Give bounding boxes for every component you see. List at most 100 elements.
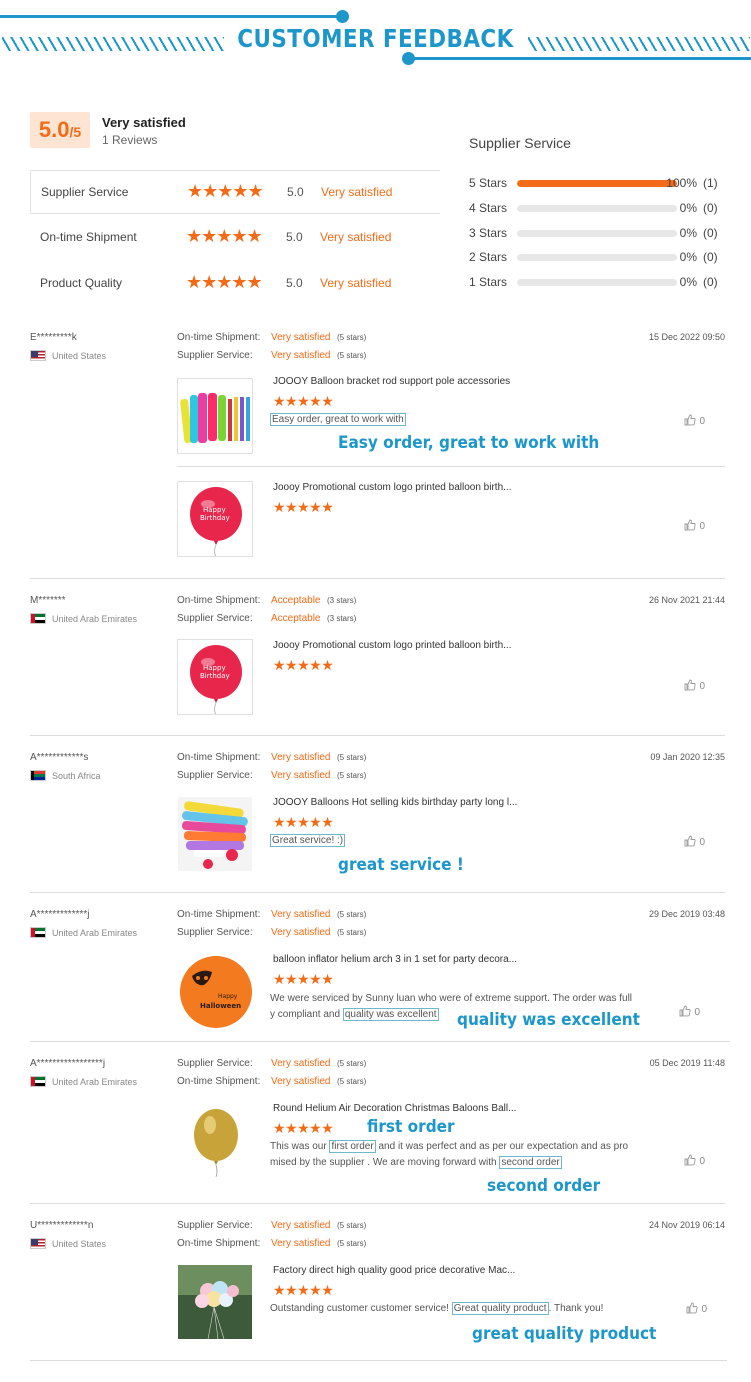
annotation-text: great quality product bbox=[472, 1324, 657, 1344]
thumbs-up-icon bbox=[684, 1154, 697, 1166]
thumbs-up-icon bbox=[684, 679, 697, 691]
product-stars: ★★★★★ bbox=[273, 814, 334, 830]
product-thumbnail[interactable] bbox=[177, 1264, 253, 1340]
distribution-percent: 0% bbox=[679, 250, 697, 264]
rating-row-product-quality[interactable]: Product Quality ★★★★★ 5.0 Very satisfied bbox=[30, 262, 440, 306]
product-title[interactable]: JOOOY Balloons Hot selling kids birthday… bbox=[273, 797, 517, 808]
rating-value: 5.0 bbox=[286, 276, 303, 290]
annotation-text: great service ! bbox=[338, 855, 464, 875]
review-card: A************s South Africa 09 Jan 2020 … bbox=[30, 752, 725, 893]
product-stars: ★★★★★ bbox=[273, 971, 334, 987]
product-title[interactable]: Factory direct high quality good price d… bbox=[273, 1265, 515, 1276]
review-card: A*****************j United Arab Emirates… bbox=[30, 1058, 725, 1204]
product-title[interactable]: Joooy Promotional custom logo printed ba… bbox=[273, 640, 511, 651]
distribution-row: 5 Stars 100% (1) bbox=[469, 176, 729, 192]
helpful-button[interactable]: 0 bbox=[684, 414, 705, 427]
overall-score-suffix: /5 bbox=[69, 124, 82, 140]
product-title[interactable]: balloon inflator helium arch 3 in 1 set … bbox=[273, 954, 517, 965]
rating-row-supplier-service[interactable]: Supplier Service ★★★★★ 5.0 Very satisfie… bbox=[30, 170, 440, 214]
review-comment: Great service! :) bbox=[270, 834, 346, 847]
distribution-count: (0) bbox=[703, 201, 718, 215]
review-meta-service: Supplier Service: Very satisfied (5 stars) bbox=[177, 1220, 367, 1231]
product-title[interactable]: Joooy Promotional custom logo printed ba… bbox=[273, 482, 511, 493]
thumbs-up-icon bbox=[684, 519, 697, 531]
review-meta-service: Supplier Service: Very satisfied (5 stars) bbox=[177, 1058, 367, 1069]
helpful-button[interactable]: 0 bbox=[679, 1005, 700, 1018]
svg-text:Happy: Happy bbox=[203, 664, 226, 672]
distribution-percent: 100% bbox=[666, 176, 697, 190]
product-thumbnail[interactable] bbox=[177, 796, 253, 872]
product-thumbnail[interactable]: Happy Birthday bbox=[177, 639, 253, 715]
product-stars: ★★★★★ bbox=[273, 1282, 334, 1298]
reviewer-country: United States bbox=[30, 1238, 106, 1249]
distribution-bar bbox=[517, 230, 677, 237]
product-thumbnail[interactable]: Happy Halloween bbox=[177, 953, 253, 1029]
distribution-row: 1 Stars 0% (0) bbox=[469, 275, 729, 291]
rating-row-on-time-shipment[interactable]: On-time Shipment ★★★★★ 5.0 Very satisfie… bbox=[30, 216, 440, 260]
product-stars: ★★★★★ bbox=[273, 393, 334, 409]
svg-text:Birthday: Birthday bbox=[200, 514, 230, 522]
review-count: 1 Reviews bbox=[102, 133, 158, 147]
distribution-label: 2 Stars bbox=[469, 250, 508, 264]
rating-label: Supplier Service bbox=[41, 185, 129, 199]
reviewer-name: U*************n bbox=[30, 1220, 94, 1231]
rating-label: On-time Shipment bbox=[40, 230, 137, 244]
review-product: JOOOY Balloon bracket rod support pole a… bbox=[177, 376, 725, 466]
review-date: 24 Nov 2019 06:14 bbox=[648, 1220, 725, 1230]
product-title[interactable]: Round Helium Air Decoration Christmas Ba… bbox=[273, 1103, 516, 1114]
product-title[interactable]: JOOOY Balloon bracket rod support pole a… bbox=[273, 376, 510, 387]
review-product: Factory direct high quality good price d… bbox=[177, 1264, 725, 1361]
product-thumbnail[interactable] bbox=[177, 1102, 253, 1178]
review-card: U*************n United States 24 Nov 201… bbox=[30, 1220, 727, 1361]
south-africa-flag-icon bbox=[30, 770, 46, 781]
header-dot-bottom bbox=[402, 52, 415, 65]
product-thumbnail[interactable] bbox=[177, 378, 253, 454]
helpful-button[interactable]: 0 bbox=[686, 1302, 707, 1315]
review-card: M******* United Arab Emirates 26 Nov 202… bbox=[30, 595, 725, 736]
review-date: 29 Dec 2019 03:48 bbox=[648, 909, 725, 919]
reviewer-name: A************s bbox=[30, 752, 89, 763]
review-meta-shipment: On-time Shipment: Acceptable (3 stars) bbox=[177, 595, 357, 606]
rating-value: 5.0 bbox=[286, 230, 303, 244]
distribution-bar bbox=[517, 254, 677, 261]
annotation-text: first order bbox=[367, 1117, 455, 1137]
helpful-button[interactable]: 0 bbox=[684, 835, 705, 848]
distribution-count: (1) bbox=[703, 176, 718, 190]
svg-text:Halloween: Halloween bbox=[200, 1002, 241, 1010]
helpful-button[interactable]: 0 bbox=[684, 679, 705, 692]
reviewer-country: United Arab Emirates bbox=[30, 1076, 137, 1087]
distribution-row: 3 Stars 0% (0) bbox=[469, 226, 729, 242]
reviewer-country: South Africa bbox=[30, 770, 101, 781]
reviewer-name: M******* bbox=[30, 595, 66, 606]
rating-stars: ★★★★★ bbox=[186, 272, 263, 292]
thumbs-up-icon bbox=[686, 1302, 699, 1314]
rating-value: 5.0 bbox=[287, 185, 304, 199]
review-product: Happy Birthday Joooy Promotional custom … bbox=[177, 639, 725, 729]
reviewer-name: E*********k bbox=[30, 332, 77, 343]
review-meta-shipment: On-time Shipment: Very satisfied (5 stars) bbox=[177, 909, 367, 920]
section-header: CUSTOMER FEEDBACK bbox=[0, 0, 751, 72]
distribution-bar bbox=[517, 180, 677, 187]
review-meta-shipment: On-time Shipment: Very satisfied (5 stars) bbox=[177, 332, 367, 343]
distribution-bar-fill bbox=[517, 180, 677, 187]
review-comment: This was our first order and it was perf… bbox=[270, 1140, 629, 1169]
reviewer-name: A*****************j bbox=[30, 1058, 106, 1069]
review-card: E*********k United States 15 Dec 2022 09… bbox=[30, 332, 725, 579]
product-stars: ★★★★★ bbox=[273, 499, 334, 515]
uae-flag-icon bbox=[30, 927, 46, 938]
review-product: Round Helium Air Decoration Christmas Ba… bbox=[177, 1102, 725, 1204]
distribution-label: 4 Stars bbox=[469, 201, 508, 215]
helpful-button[interactable]: 0 bbox=[684, 519, 705, 532]
uae-flag-icon bbox=[30, 613, 46, 624]
thumbs-up-icon bbox=[684, 835, 697, 847]
rating-text: Very satisfied bbox=[320, 276, 392, 290]
reviewer-country: United States bbox=[30, 350, 106, 361]
reviewer-country: United Arab Emirates bbox=[30, 927, 137, 938]
review-comment: Outstanding customer customer service! G… bbox=[270, 1302, 604, 1315]
distribution-label: 1 Stars bbox=[469, 275, 508, 289]
overall-score: 5.0 bbox=[38, 117, 70, 142]
product-thumbnail[interactable]: Happy Birthday bbox=[177, 481, 253, 557]
thumbs-up-icon bbox=[684, 414, 697, 426]
helpful-button[interactable]: 0 bbox=[684, 1154, 705, 1167]
distribution-bar bbox=[517, 205, 677, 212]
